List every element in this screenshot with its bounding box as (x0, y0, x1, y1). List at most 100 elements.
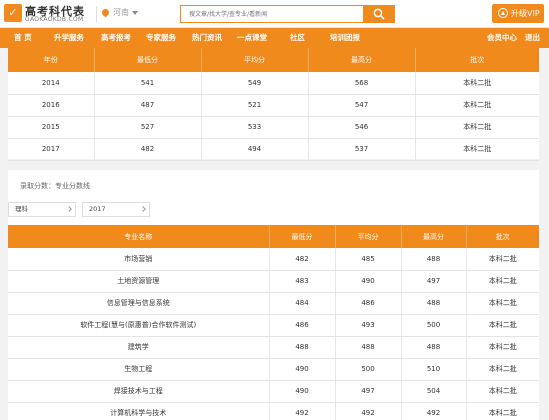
site-logo[interactable]: ✓ 高考科代表 GAOKAOKDB.COM (4, 3, 96, 25)
cell-min: 490 (269, 380, 336, 403)
yearly-score-card: 年份 最低分 平均分 最高分 批次 2014 541 549 568 本科二批 … (8, 48, 539, 161)
cell-min: 486 (269, 314, 336, 337)
cell-batch: 本科二批 (466, 358, 539, 381)
nav-home[interactable]: 首 页 (14, 28, 32, 48)
nav-admission-service[interactable]: 升学服务 (54, 28, 84, 48)
upgrade-vip-button[interactable]: 升级VIP (492, 4, 544, 23)
table-row: 计算机科学与技术 492 492 492 本科二批 (8, 402, 539, 420)
cell-max: 488 (401, 248, 467, 271)
cell-avg: 492 (335, 402, 402, 420)
cell-min: 483 (269, 270, 336, 293)
cell-min: 492 (269, 402, 336, 420)
nav-member-center[interactable]: 会员中心 (487, 28, 517, 48)
cell-avg: 533 (201, 116, 309, 139)
table-row: 生物工程 490 500 510 本科二批 (8, 358, 539, 381)
cell-year: 2015 (8, 116, 95, 139)
location-selector[interactable]: 河南 (100, 7, 138, 21)
table-row: 2016 487 521 547 本科二批 (8, 94, 539, 117)
chevron-right-icon (66, 206, 72, 212)
nav-training[interactable]: 培训团报 (330, 28, 360, 48)
search-icon (373, 8, 385, 20)
col-max-score: 最高分 (308, 48, 416, 72)
logo-check-icon: ✓ (4, 4, 22, 22)
major-score-table: 专业名称 最低分 平均分 最高分 批次 市场营销 482 485 488 本科二批 土地资… (8, 225, 539, 420)
cell-batch: 本科二批 (415, 138, 539, 161)
cell-avg: 488 (335, 336, 402, 359)
cell-min: 490 (269, 358, 336, 381)
cell-min: 527 (94, 116, 202, 139)
table-row: 土地资源管理 483 490 497 本科二批 (8, 270, 539, 293)
cell-max: 488 (401, 336, 467, 359)
cell-avg: 549 (201, 72, 309, 95)
upgrade-label: 升级VIP (511, 9, 540, 18)
cell-major[interactable]: 土地资源管理 (8, 270, 270, 293)
nav-logout[interactable]: 退出 (525, 28, 540, 48)
cell-batch: 本科二批 (466, 292, 539, 315)
nav-exam-application[interactable]: 高考报考 (101, 28, 131, 48)
col-batch: 批次 (415, 48, 539, 72)
cell-max: 488 (401, 292, 467, 315)
table-row: 焊接技术与工程 490 497 504 本科二批 (8, 380, 539, 403)
table-row: 建筑学 488 488 488 本科二批 (8, 336, 539, 359)
cell-max: 547 (308, 94, 416, 117)
cell-batch: 本科二批 (415, 72, 539, 95)
yearly-score-table: 年份 最低分 平均分 最高分 批次 2014 541 549 568 本科二批 … (8, 48, 539, 161)
nav-community[interactable]: 社区 (290, 28, 305, 48)
table-row: 软件工程(慧与(原惠普)合作软件测试) 486 493 500 本科二批 (8, 314, 539, 337)
table-row: 2015 527 533 546 本科二批 (8, 116, 539, 139)
cell-avg: 493 (335, 314, 402, 337)
col-avg-score: 平均分 (201, 48, 309, 72)
col-year: 年份 (8, 48, 95, 72)
cell-major[interactable]: 信息管理与信息系统 (8, 292, 270, 315)
search-button[interactable] (363, 5, 395, 23)
nav-classroom[interactable]: 一点课堂 (237, 28, 267, 48)
cell-avg: 500 (335, 358, 402, 381)
nav-expert-service[interactable]: 专家服务 (146, 28, 176, 48)
cell-major[interactable]: 焊接技术与工程 (8, 380, 270, 403)
cell-major[interactable]: 建筑学 (8, 336, 270, 359)
cell-avg: 521 (201, 94, 309, 117)
cell-avg: 490 (335, 270, 402, 293)
cell-avg: 494 (201, 138, 309, 161)
col-min-score: 最低分 (94, 48, 202, 72)
cell-min: 482 (94, 138, 202, 161)
cell-batch: 本科二批 (466, 380, 539, 403)
table-header-row: 专业名称 最低分 平均分 最高分 批次 (8, 225, 539, 248)
cell-major[interactable]: 软件工程(慧与(原惠普)合作软件测试) (8, 314, 270, 337)
table-row: 2017 482 494 537 本科二批 (8, 138, 539, 161)
cell-max: 546 (308, 116, 416, 139)
cell-max: 500 (401, 314, 467, 337)
cell-avg: 485 (335, 248, 402, 271)
cell-max: 537 (308, 138, 416, 161)
search-input[interactable] (180, 5, 363, 23)
section-title: 录取分数：专业分数线 (20, 182, 90, 190)
upgrade-arrow-icon (498, 8, 508, 18)
year-filter[interactable]: 2017 (82, 202, 150, 217)
cell-batch: 本科二批 (415, 116, 539, 139)
location-pin-icon (100, 7, 111, 18)
col-major-name: 专业名称 (8, 225, 270, 248)
cell-min: 482 (269, 248, 336, 271)
main-nav: 首 页 升学服务 高考报考 专家服务 热门资讯 一点课堂 社区 培训团报 会员中… (0, 28, 549, 48)
subject-filter[interactable]: 理科 (8, 202, 76, 217)
cell-year: 2016 (8, 94, 95, 117)
cell-max: 504 (401, 380, 467, 403)
subject-filter-value: 理科 (15, 205, 28, 213)
cell-max: 568 (308, 72, 416, 95)
cell-min: 541 (94, 72, 202, 95)
cell-max: 492 (401, 402, 467, 420)
location-label: 河南 (113, 8, 129, 17)
cell-avg: 497 (335, 380, 402, 403)
nav-hot-news[interactable]: 热门资讯 (192, 28, 222, 48)
chevron-right-icon (140, 206, 146, 212)
top-bar: ✓ 高考科代表 GAOKAOKDB.COM 河南 升级VIP (0, 0, 549, 28)
cell-major[interactable]: 生物工程 (8, 358, 270, 381)
cell-min: 488 (269, 336, 336, 359)
cell-major[interactable]: 计算机科学与技术 (8, 402, 270, 420)
cell-year: 2017 (8, 138, 95, 161)
logo-domain: GAOKAOKDB.COM (25, 16, 84, 23)
cell-batch: 本科二批 (466, 402, 539, 420)
cell-max: 510 (401, 358, 467, 381)
cell-min: 484 (269, 292, 336, 315)
cell-major[interactable]: 市场营销 (8, 248, 270, 271)
